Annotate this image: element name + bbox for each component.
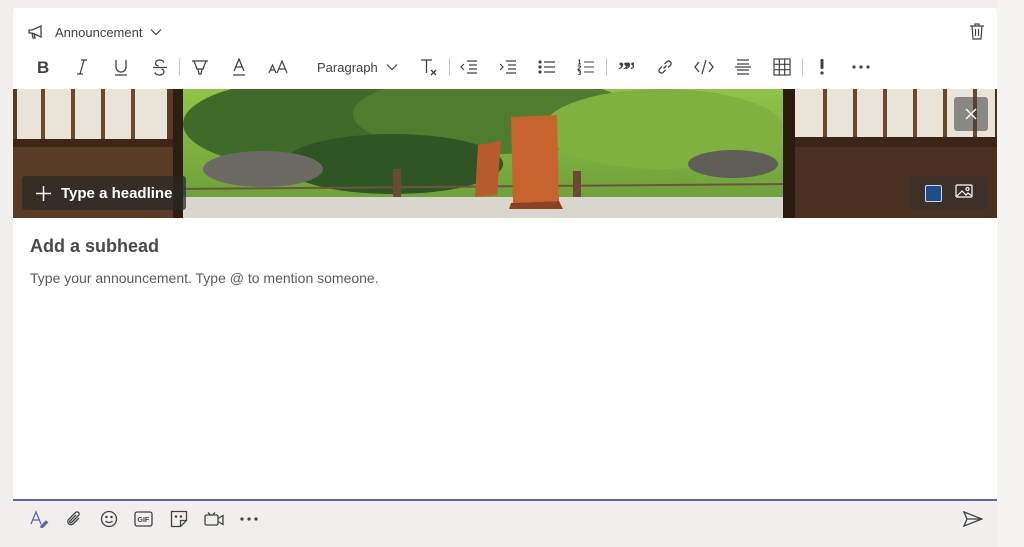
link-button[interactable] (646, 54, 685, 80)
banner-image-button[interactable] (955, 183, 973, 203)
compose-box: Announcement B Paragraph Type a headline… (13, 8, 997, 501)
image-icon (955, 183, 973, 198)
mark-important-button[interactable] (803, 54, 842, 80)
bulleted-list-button[interactable] (528, 54, 567, 80)
italic-button[interactable] (62, 54, 101, 80)
decrease-indent-button[interactable] (450, 54, 489, 80)
attach-button[interactable] (56, 504, 91, 534)
format-toolbar: B Paragraph (23, 54, 881, 80)
increase-indent-button[interactable] (489, 54, 528, 80)
send-icon (963, 511, 983, 527)
bold-button[interactable]: B (23, 54, 62, 80)
announcement-banner-image: Type a headline (13, 89, 997, 218)
font-size-button[interactable] (258, 54, 297, 80)
close-icon (965, 108, 977, 120)
sticker-icon (170, 510, 188, 528)
paragraph-style-dropdown[interactable]: Paragraph (297, 54, 410, 80)
quote-button[interactable]: ”” (607, 54, 646, 80)
compose-actions-bar: GIF (13, 501, 997, 537)
strikethrough-button[interactable] (140, 54, 179, 80)
plus-icon (36, 185, 51, 201)
format-icon (29, 510, 49, 528)
sticker-button[interactable] (161, 504, 196, 534)
right-rail (997, 0, 1024, 547)
add-headline-button[interactable]: Type a headline (22, 176, 187, 210)
emoji-icon (100, 510, 118, 528)
delete-button[interactable] (969, 22, 989, 42)
more-options-icon[interactable] (231, 504, 266, 534)
banner-tools (910, 176, 988, 210)
chevron-down-icon (386, 63, 398, 71)
headline-placeholder: Type a headline (61, 184, 173, 202)
banner-color-picker[interactable] (924, 184, 942, 202)
video-camera-icon (203, 511, 224, 528)
svg-text:GIF: GIF (138, 517, 150, 524)
font-color-button[interactable] (219, 54, 258, 80)
send-button[interactable] (957, 504, 989, 534)
more-options-icon[interactable] (842, 54, 881, 80)
numbered-list-button[interactable] (567, 54, 606, 80)
format-button[interactable] (21, 504, 56, 534)
remove-banner-button[interactable] (954, 97, 988, 131)
insert-table-button[interactable] (763, 54, 802, 80)
clear-formatting-button[interactable] (410, 54, 449, 80)
meet-now-button[interactable] (196, 504, 231, 534)
underline-button[interactable] (101, 54, 140, 80)
gif-icon: GIF (134, 511, 153, 527)
megaphone-icon (27, 24, 47, 40)
paragraph-style-label: Paragraph (317, 59, 378, 75)
highlight-button[interactable] (180, 54, 219, 80)
gif-button[interactable]: GIF (126, 504, 161, 534)
svg-text:B: B (37, 59, 49, 75)
horizontal-rule-button[interactable] (724, 54, 763, 80)
svg-text:”: ” (625, 61, 634, 73)
paperclip-icon (66, 510, 82, 528)
post-type-label: Announcement (55, 24, 143, 40)
subhead-input[interactable]: Add a subhead (30, 236, 159, 257)
message-body-input[interactable]: Type your announcement. Type @ to mentio… (30, 270, 379, 286)
emoji-button[interactable] (91, 504, 126, 534)
post-type-dropdown[interactable]: Announcement (27, 22, 162, 42)
code-snippet-button[interactable] (685, 54, 724, 80)
chevron-down-icon (150, 28, 162, 36)
